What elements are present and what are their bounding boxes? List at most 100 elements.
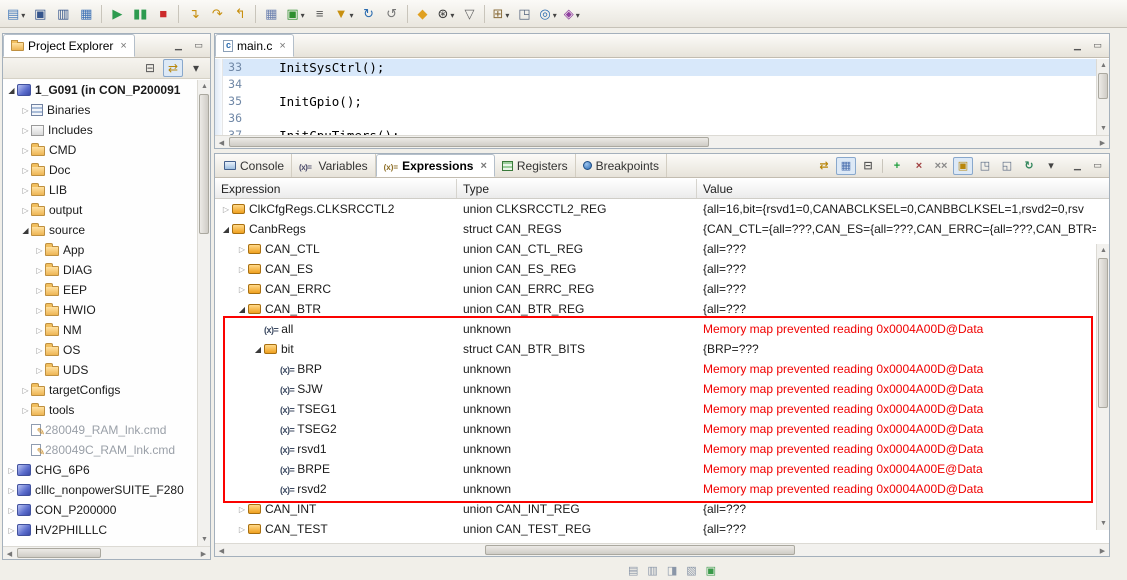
highlight-button[interactable]: ◆ <box>412 3 434 25</box>
view-menu-button[interactable]: ▾ <box>1041 157 1061 175</box>
tree-item[interactable]: CON_P200000 <box>3 500 197 520</box>
maximize-button[interactable]: ▭ <box>1090 38 1105 53</box>
expander-icon[interactable] <box>6 86 17 95</box>
expression-row[interactable]: TSEG1 unknown Memory map prevented readi… <box>215 399 1096 419</box>
tree-item[interactable]: clllc_nonpowerSUITE_F280 <box>3 480 197 500</box>
pin-view-button[interactable]: ◱ <box>997 157 1017 175</box>
expander-icon[interactable] <box>252 345 264 354</box>
tab-console[interactable]: Console × <box>217 154 293 177</box>
expressions-horizontal-scrollbar[interactable] <box>215 543 1109 556</box>
editor-vertical-scrollbar[interactable] <box>1096 59 1109 135</box>
maximize-button[interactable]: ▭ <box>191 38 206 53</box>
filter-button[interactable]: ▽ <box>458 3 480 25</box>
tree-item[interactable]: source <box>3 220 197 240</box>
refresh-view-button[interactable]: ↻ <box>1019 157 1039 175</box>
new-button[interactable]: ▤ <box>4 3 28 25</box>
expression-row[interactable]: BRP unknown Memory map prevented reading… <box>215 359 1096 379</box>
tree-item[interactable]: OS <box>3 340 197 360</box>
minimize-button[interactable]: ▁ <box>171 38 186 53</box>
tree-item[interactable]: Binaries <box>3 100 197 120</box>
project-tree-horizontal-scrollbar[interactable] <box>3 546 210 559</box>
step-return-button[interactable]: ↰ <box>229 3 251 25</box>
expression-row[interactable]: CAN_ES union CAN_ES_REG {all=??? <box>215 259 1096 279</box>
terminate-button[interactable]: ■ <box>152 3 174 25</box>
tree-item[interactable]: App <box>3 240 197 260</box>
scroll-right-icon[interactable] <box>1096 136 1109 149</box>
suspend-button[interactable]: ▮▮ <box>129 3 151 25</box>
save-button[interactable]: ▣ <box>29 3 51 25</box>
tree-item[interactable]: 280049_RAM_lnk.cmd <box>3 420 197 440</box>
column-header[interactable]: Value <box>697 179 1109 198</box>
target-configuration-button[interactable]: ▣ <box>283 3 307 25</box>
expander-icon[interactable] <box>6 466 17 475</box>
view-menu-button[interactable]: ▾ <box>186 59 206 77</box>
tab-variables[interactable]: Variables × <box>292 154 376 177</box>
expander-icon[interactable] <box>6 526 17 535</box>
scrollbar-thumb[interactable] <box>1098 73 1108 99</box>
maximize-button[interactable]: ▭ <box>1090 158 1105 173</box>
view-memory-button[interactable]: ▦ <box>260 3 282 25</box>
status-icon-4[interactable]: ▧ <box>686 564 696 577</box>
show-logical-structure-button[interactable]: ▦ <box>836 157 856 175</box>
expander-icon[interactable] <box>34 306 45 315</box>
load-program-button[interactable]: ▼ <box>332 3 357 25</box>
remove-all-expressions-button[interactable]: ×× <box>931 157 951 175</box>
expression-row[interactable]: CAN_BTR union CAN_BTR_REG {all=??? <box>215 299 1096 319</box>
tab-registers[interactable]: Registers × <box>495 154 576 177</box>
expression-row[interactable]: rsvd2 unknown Memory map prevented readi… <box>215 479 1096 499</box>
resume-button[interactable]: ▶ <box>106 3 128 25</box>
settings-button[interactable]: ⊛ <box>435 3 458 25</box>
expander-icon[interactable] <box>236 305 248 314</box>
scroll-right-icon[interactable] <box>1096 544 1109 557</box>
save-all-button[interactable]: ▥ <box>52 3 74 25</box>
expander-icon[interactable] <box>6 486 17 495</box>
expander-icon[interactable] <box>20 186 31 195</box>
auto-update-toggle-button[interactable]: ▣ <box>953 157 973 175</box>
scrollbar-thumb[interactable] <box>485 545 795 555</box>
scrollbar-thumb[interactable] <box>17 548 101 558</box>
column-header[interactable]: Expression <box>215 179 457 198</box>
tree-item[interactable]: 1_G091 (in CON_P200091 <box>3 80 197 100</box>
tree-item[interactable]: NM <box>3 320 197 340</box>
tree-item[interactable]: targetConfigs <box>3 380 197 400</box>
expander-icon[interactable] <box>20 386 31 395</box>
tree-item[interactable]: EEP <box>3 280 197 300</box>
expander-icon[interactable] <box>20 126 31 135</box>
scroll-down-icon[interactable] <box>198 533 210 546</box>
expression-row[interactable]: all unknown Memory map prevented reading… <box>215 319 1096 339</box>
scroll-right-icon[interactable] <box>197 547 210 560</box>
expression-row[interactable]: TSEG2 unknown Memory map prevented readi… <box>215 419 1096 439</box>
tree-item[interactable]: HWIO <box>3 300 197 320</box>
tree-item[interactable]: LIB <box>3 180 197 200</box>
remove-expression-button[interactable]: × <box>909 157 929 175</box>
expander-icon[interactable] <box>220 205 232 214</box>
expander-icon[interactable] <box>236 265 248 274</box>
expression-row[interactable]: bit struct CAN_BTR_BITS {BRP=??? <box>215 339 1096 359</box>
expression-row[interactable]: SJW unknown Memory map prevented reading… <box>215 379 1096 399</box>
expression-row[interactable]: BRPE unknown Memory map prevented readin… <box>215 459 1096 479</box>
tree-item[interactable]: output <box>3 200 197 220</box>
tree-item[interactable]: HV2PHILLLC <box>3 520 197 540</box>
expression-row[interactable]: CAN_CTL union CAN_CTL_REG {all=??? <box>215 239 1096 259</box>
collapse-all-button[interactable]: ⊟ <box>140 59 160 77</box>
expander-icon[interactable] <box>34 246 45 255</box>
scrollbar-thumb[interactable] <box>1098 258 1108 408</box>
tree-item[interactable]: UDS <box>3 360 197 380</box>
expander-icon[interactable] <box>236 525 248 534</box>
editor-tab-main-c[interactable]: main.c × <box>215 34 294 57</box>
restore-views-button[interactable]: ↺ <box>381 3 403 25</box>
project-explorer-tab[interactable]: Project Explorer × <box>3 34 135 57</box>
tools-button[interactable]: ⊞ <box>489 3 512 25</box>
project-tree-vertical-scrollbar[interactable] <box>197 80 210 546</box>
tab-expressions[interactable]: Expressions × <box>375 154 495 177</box>
expander-icon[interactable] <box>236 245 248 254</box>
code-line[interactable]: 37 InitCpuTimers(); <box>223 127 1096 135</box>
collapse-all-button[interactable]: ⊟ <box>858 157 878 175</box>
pin-button[interactable]: ◈ <box>561 3 583 25</box>
expander-icon[interactable] <box>20 146 31 155</box>
close-icon[interactable]: × <box>480 160 486 172</box>
expander-icon[interactable] <box>34 286 45 295</box>
show-type-names-button[interactable]: ⇄ <box>814 157 834 175</box>
expression-row[interactable]: CAN_ERRC union CAN_ERRC_REG {all=??? <box>215 279 1096 299</box>
status-icon-3[interactable]: ◨ <box>667 564 677 577</box>
